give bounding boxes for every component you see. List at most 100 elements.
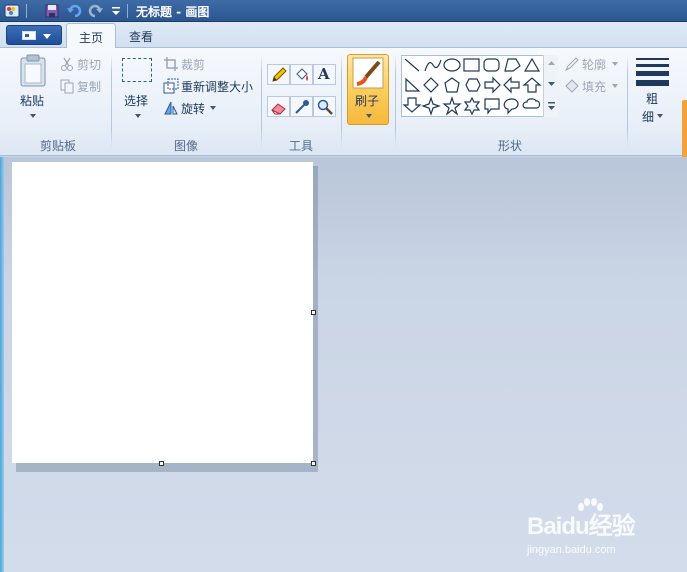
shapes-group-label: 形状: [498, 139, 523, 153]
curve-shape: [424, 59, 442, 72]
copy-label: 复制: [77, 80, 102, 94]
gallery-scroll-arrows: [548, 61, 555, 110]
eyedropper-icon: [295, 100, 309, 114]
shapes-grid: [402, 57, 542, 116]
group-divider: [627, 54, 628, 148]
diamond-shape: [423, 77, 439, 93]
paint-bucket-icon: [296, 68, 308, 81]
outline-label: 轮廓: [582, 58, 607, 72]
chevron-down-icon[interactable]: [135, 114, 141, 118]
up-arrow-shape: [522, 77, 542, 93]
polygon-shape: [504, 58, 521, 72]
group-divider: [395, 54, 396, 148]
text-tool[interactable]: A: [313, 64, 336, 85]
right-triangle-shape: [405, 77, 421, 92]
cloud-callout-shape: [522, 98, 541, 109]
rectangle-shape: [463, 58, 480, 72]
titlebar-separator: [127, 4, 128, 18]
ribbon-tab-row: 主页 查看: [0, 22, 687, 49]
rotate-label: 旋转: [181, 102, 206, 116]
paint-menu-button[interactable]: [6, 25, 62, 45]
oval-callout-shape: [503, 98, 519, 115]
titlebar-separator: [26, 4, 27, 18]
right-arrow-shape: [484, 76, 501, 94]
group-divider: [261, 54, 262, 148]
outline-icon: [564, 57, 579, 72]
chevron-down-icon: [612, 84, 618, 88]
line-thickness-icon: [636, 58, 669, 90]
chevron-down-icon: [43, 34, 51, 39]
resize-handle-corner[interactable]: [311, 461, 316, 466]
watermark-brand: Baidu经验: [527, 513, 636, 540]
eraser-tool[interactable]: [267, 96, 290, 117]
oval-shape: [443, 58, 461, 72]
clipboard-group-label: 剪贴板: [40, 139, 77, 153]
rounded-callout-shape: [484, 98, 500, 115]
brush-icon: [352, 57, 384, 89]
rotate-icon: [164, 101, 178, 115]
resize-icon: [163, 78, 179, 94]
paste-button[interactable]: 粘贴: [20, 92, 44, 109]
image-group-label: 图像: [174, 139, 199, 153]
tab-home[interactable]: 主页: [66, 23, 117, 49]
color-picker-tool[interactable]: [290, 96, 313, 117]
tab-view[interactable]: 查看: [117, 23, 165, 49]
triangle-shape: [523, 57, 541, 72]
paint-app-icon[interactable]: [4, 3, 20, 19]
drawing-canvas[interactable]: [12, 162, 313, 463]
select-icon[interactable]: [122, 58, 152, 82]
chevron-down-icon: [366, 114, 372, 118]
group-divider: [111, 54, 112, 148]
magnifier-icon: [317, 99, 333, 115]
shapes-gallery[interactable]: [401, 55, 558, 117]
hexagon-shape: [465, 78, 481, 92]
rounded-rectangle-shape: [483, 58, 500, 72]
watermark-url: jingyan.baidu.com: [527, 544, 616, 556]
crop-icon: [164, 57, 178, 71]
chevron-down-icon: [657, 114, 663, 118]
six-point-star-shape: [463, 96, 481, 116]
pencil-tool[interactable]: [267, 64, 290, 85]
down-arrow-shape: [402, 97, 422, 113]
size-label-top: 粗: [646, 92, 659, 106]
cut-label: 剪切: [77, 58, 102, 72]
window-edge: [0, 157, 4, 572]
chevron-down-icon: [612, 62, 618, 66]
pentagon-shape: [444, 77, 460, 93]
pencil-icon: [272, 67, 287, 82]
save-icon[interactable]: [44, 3, 60, 19]
text-icon: A: [318, 65, 330, 83]
tools-group-label: 工具: [289, 139, 314, 153]
group-divider: [341, 54, 342, 148]
copy-icon: [60, 79, 74, 94]
brushes-label: 刷子: [355, 94, 380, 108]
title-bar: 无标题 - 画图: [0, 0, 687, 22]
window-title: 无标题 - 画图: [136, 5, 210, 19]
menu-icon: [22, 31, 36, 40]
fill-icon: [565, 79, 579, 93]
paste-icon[interactable]: [18, 54, 48, 88]
shapes-gallery-scrollbar[interactable]: [543, 55, 558, 117]
eraser-icon: [271, 103, 286, 115]
line-shape: [404, 58, 420, 72]
undo-icon[interactable]: [66, 3, 82, 19]
fill-label: 填充: [582, 80, 607, 94]
resize-handle-right[interactable]: [311, 310, 316, 315]
five-point-star-shape: [442, 96, 462, 116]
chevron-down-icon: [210, 106, 216, 110]
brushes-button[interactable]: 刷子: [347, 54, 389, 125]
resize-label: 重新调整大小: [181, 80, 254, 94]
select-button[interactable]: 选择: [124, 92, 148, 109]
redo-icon[interactable]: [88, 3, 104, 19]
resize-handle-bottom[interactable]: [159, 461, 164, 466]
four-point-star-shape: [421, 96, 441, 116]
scissors-icon: [61, 57, 73, 71]
ribbon-home: 粘贴 剪切 复制 剪贴板 选择 裁剪 重新调整大小 旋转 图像 A 工具 刷子 …: [0, 48, 687, 180]
crop-label: 裁剪: [181, 58, 206, 72]
baidu-watermark: Baidu经验 jingyan.baidu.com: [527, 498, 677, 570]
left-arrow-shape: [503, 76, 520, 94]
magnifier-tool[interactable]: [313, 96, 336, 117]
customize-quick-access-icon[interactable]: [108, 3, 124, 19]
chevron-down-icon[interactable]: [30, 114, 36, 118]
fill-tool[interactable]: [290, 64, 313, 85]
